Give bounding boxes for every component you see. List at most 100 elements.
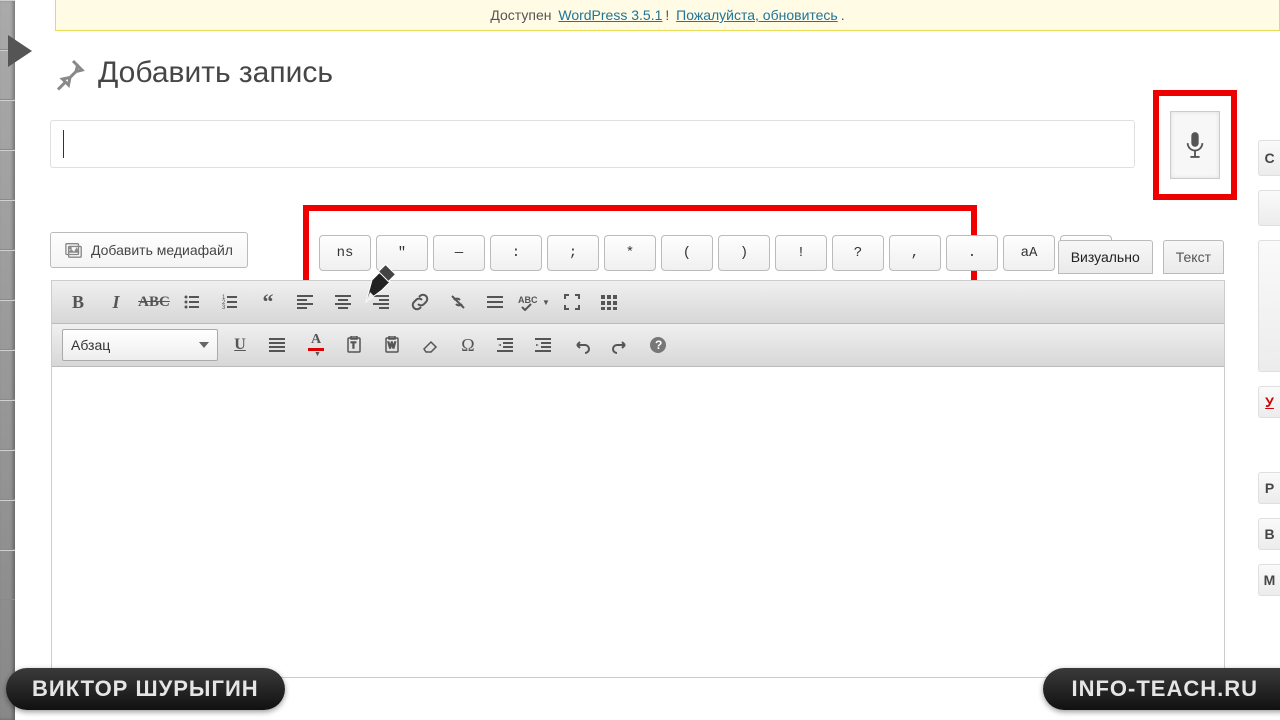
unlink-icon [449, 293, 467, 311]
outdent-button[interactable] [490, 331, 522, 359]
toolbar-row-1: B I ABC 123 “ ABC▼ [52, 281, 1224, 324]
align-right-button[interactable] [366, 288, 398, 316]
page-header: Добавить запись [52, 55, 333, 91]
microphone-button[interactable] [1170, 111, 1220, 179]
add-media-label: Добавить медиафайл [91, 242, 233, 258]
footer-author: ВИКТОР ШУРЫГИН [6, 668, 285, 710]
punct-btn-lparen[interactable]: ( [661, 235, 713, 271]
help-button[interactable]: ? [642, 331, 674, 359]
paste-word-button[interactable]: W [376, 331, 408, 359]
bold-button[interactable]: B [62, 288, 94, 316]
rail-box-5[interactable]: Р [1258, 472, 1280, 504]
punct-btn-case[interactable]: аА [1003, 235, 1055, 271]
ol-icon: 123 [221, 293, 239, 311]
align-center-button[interactable] [328, 288, 360, 316]
eraser-button[interactable] [414, 331, 446, 359]
rail-box-3[interactable] [1258, 240, 1280, 372]
add-media-button[interactable]: Добавить медиафайл [50, 232, 248, 268]
punct-btn-star[interactable]: * [604, 235, 656, 271]
update-banner: Доступен WordPress 3.5.1 ! Пожалуйста, о… [55, 0, 1280, 31]
rail-box-2[interactable] [1258, 190, 1280, 226]
kitchensink-icon [601, 293, 619, 311]
punct-btn-quote[interactable]: " [376, 235, 428, 271]
align-right-icon [373, 293, 391, 311]
banner-prefix: Доступен [490, 7, 551, 23]
banner-cta-link[interactable]: Пожалуйста, обновитесь [676, 7, 838, 23]
justify-icon [269, 336, 287, 354]
banner-end: . [841, 7, 845, 23]
svg-text:3: 3 [222, 305, 226, 311]
align-center-icon [335, 293, 353, 311]
rail-box-4[interactable]: У [1258, 386, 1280, 418]
kitchensink-button[interactable] [594, 288, 626, 316]
unlink-button[interactable] [442, 288, 474, 316]
chevron-down-icon [199, 342, 209, 348]
ul-button[interactable] [176, 288, 208, 316]
svg-text:W: W [388, 341, 396, 350]
editor-content-area[interactable] [52, 367, 1224, 677]
strike-button[interactable]: ABC [138, 288, 170, 316]
rail-box-7[interactable]: М [1258, 564, 1280, 596]
microphone-icon [1184, 130, 1206, 160]
format-select[interactable]: Абзац [62, 329, 218, 361]
punct-btn-semicolon[interactable]: ; [547, 235, 599, 271]
clipboard-word-icon: W [383, 336, 401, 354]
undo-button[interactable] [566, 331, 598, 359]
microphone-highlight [1153, 90, 1237, 200]
text-cursor [63, 130, 64, 158]
punct-btn-comma[interactable]: , [889, 235, 941, 271]
tab-visual[interactable]: Визуально [1058, 240, 1153, 274]
ol-button[interactable]: 123 [214, 288, 246, 316]
indent-button[interactable] [528, 331, 560, 359]
spellcheck-icon: ABC [518, 293, 540, 311]
format-select-label: Абзац [71, 337, 110, 353]
punct-btn-rparen[interactable]: ) [718, 235, 770, 271]
svg-text:?: ? [655, 338, 662, 352]
align-left-icon [297, 293, 315, 311]
rail-box-6[interactable]: В [1258, 518, 1280, 550]
punct-btn-ns[interactable]: ns [319, 235, 371, 271]
toolbar-row-2: Абзац U A▼ T W Ω ? [52, 324, 1224, 367]
menu-pointer-icon [8, 35, 32, 67]
media-icon [65, 241, 83, 259]
outdent-icon [497, 336, 515, 354]
more-icon [487, 293, 505, 311]
banner-sep: ! [665, 7, 669, 23]
admin-menu-strip [0, 0, 15, 720]
charmap-button[interactable]: Ω [452, 331, 484, 359]
paste-text-button[interactable]: T [338, 331, 370, 359]
indent-icon [535, 336, 553, 354]
redo-icon [611, 336, 629, 354]
editor-tabs: Визуально Текст [1058, 240, 1224, 274]
fullscreen-button[interactable] [556, 288, 588, 316]
punct-btn-period[interactable]: . [946, 235, 998, 271]
tab-text[interactable]: Текст [1163, 240, 1224, 274]
punct-btn-quest[interactable]: ? [832, 235, 884, 271]
svg-text:ABC: ABC [518, 295, 538, 305]
undo-icon [573, 336, 591, 354]
more-button[interactable] [480, 288, 512, 316]
eraser-icon [421, 336, 439, 354]
redo-button[interactable] [604, 331, 636, 359]
punct-btn-excl[interactable]: ! [775, 235, 827, 271]
link-button[interactable] [404, 288, 436, 316]
page-title: Добавить запись [98, 56, 333, 90]
textcolor-button[interactable]: A▼ [300, 331, 332, 359]
right-rail: С У Р В М [1258, 140, 1280, 610]
punct-btn-colon[interactable]: : [490, 235, 542, 271]
quote-button[interactable]: “ [252, 288, 284, 316]
banner-product-link[interactable]: WordPress 3.5.1 [558, 7, 662, 23]
align-left-button[interactable] [290, 288, 322, 316]
rail-box-1[interactable]: С [1258, 140, 1280, 176]
ul-icon [183, 293, 201, 311]
underline-button[interactable]: U [224, 331, 256, 359]
help-icon: ? [649, 336, 667, 354]
punct-btn-dash[interactable]: — [433, 235, 485, 271]
italic-button[interactable]: I [100, 288, 132, 316]
svg-text:T: T [351, 341, 356, 350]
spellcheck-button[interactable]: ABC▼ [518, 288, 550, 316]
post-title-input[interactable] [50, 120, 1135, 168]
fullscreen-icon [563, 293, 581, 311]
link-icon [411, 293, 429, 311]
justify-button[interactable] [262, 331, 294, 359]
